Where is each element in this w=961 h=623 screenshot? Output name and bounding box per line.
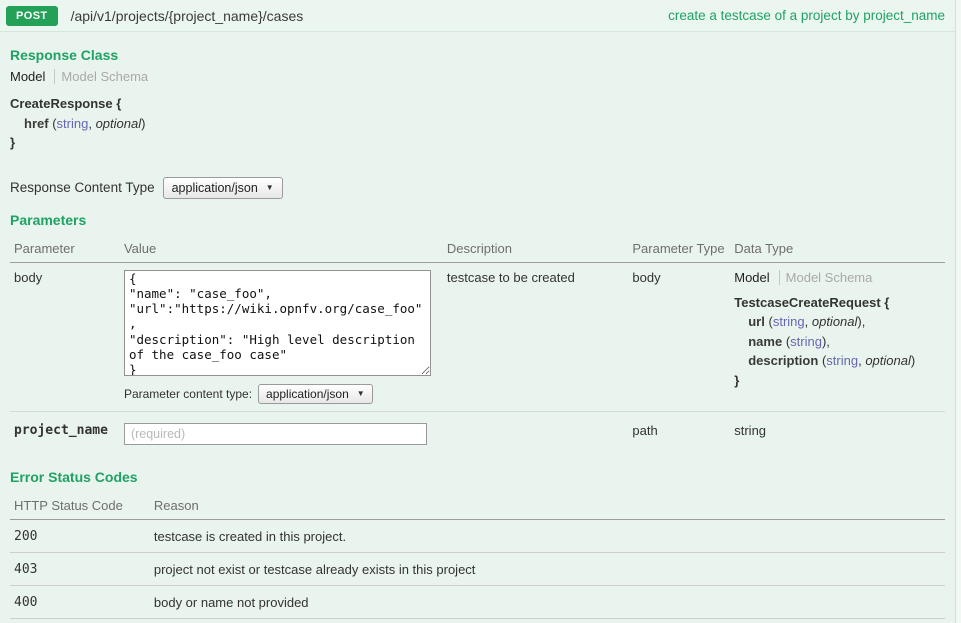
status-reason: project not exist or testcase already ex… [150,552,945,585]
project-name-input[interactable] [124,423,427,445]
param-row-project-name: project_name path string [10,411,945,456]
error-code-row: 403 project not exist or testcase alread… [10,552,945,585]
property-name: description [748,353,818,368]
response-model-signature: CreateResponse { href (string, optional)… [10,94,945,153]
param-name-body: body [10,262,120,411]
model-property-name: name (string), [734,332,941,352]
signature-punctuation: , [88,116,95,131]
parameter-content-type-row: Parameter content type: application/json… [124,384,439,404]
property-name: name [748,334,782,349]
operation-header-bar: POST /api/v1/projects/{project_name}/cas… [0,0,955,32]
parameters-header-row: Parameter Value Description Parameter Ty… [10,234,945,263]
operation-panel: POST /api/v1/projects/{project_name}/cas… [0,0,956,623]
request-model-tabs: ModelModel Schema [734,270,941,285]
tab-model[interactable]: Model [10,69,55,84]
signature-punctuation: ) [911,353,915,368]
parameter-content-type-value: application/json [266,387,349,401]
status-code: 403 [10,552,150,585]
model-property-description: description (string, optional) [734,351,941,371]
model-close-brace: } [10,133,945,153]
parameter-content-type-label: Parameter content type: [124,387,252,401]
param-description-body: testcase to be created [443,262,628,411]
status-code: 400 [10,585,150,618]
error-status-codes-heading: Error Status Codes [10,469,945,485]
param-type-body: body [628,262,730,411]
parameters-table: Parameter Value Description Parameter Ty… [10,234,945,456]
operation-summary-link[interactable]: create a testcase of a project by projec… [668,8,945,23]
status-reason: body or name not provided [150,585,945,618]
response-content-type-row: Response Content Type application/json ▼ [10,177,945,199]
signature-punctuation: ) [141,116,145,131]
col-parameter: Parameter [10,234,120,263]
param-description-project-name [443,411,628,456]
property-name: href [24,116,49,131]
caret-down-icon: ▼ [266,184,274,192]
property-type: string [57,116,89,131]
param-value-cell: { "name": "case_foo", "url":"https://wik… [120,262,443,411]
property-type: string [826,353,858,368]
error-code-row: 200 testcase is created in this project. [10,519,945,552]
model-close-brace: } [734,371,941,391]
param-type-project-name: path [628,411,730,456]
endpoint-path-link[interactable]: /api/v1/projects/{project_name}/cases [71,8,304,24]
model-property-url: url (string, optional), [734,312,941,332]
param-data-type-cell: ModelModel Schema TestcaseCreateRequest … [730,262,945,411]
signature-punctuation: , [805,314,812,329]
response-model-tabs: ModelModel Schema [10,69,945,84]
parameter-content-type-select[interactable]: application/json ▼ [258,384,373,404]
signature-punctuation: ), [822,334,830,349]
http-method-badge: POST [6,6,58,26]
status-reason: testcase is created in this project. [150,519,945,552]
col-value: Value [120,234,443,263]
property-optional-flag: optional [96,116,142,131]
param-value-cell [120,411,443,456]
property-optional-flag: optional [812,314,858,329]
response-content-type-select[interactable]: application/json ▼ [163,177,283,199]
signature-punctuation: ), [857,314,865,329]
param-row-body: body { "name": "case_foo", "url":"https:… [10,262,945,411]
tab-model-schema[interactable]: Model Schema [780,270,873,285]
caret-down-icon: ▼ [357,390,365,398]
col-data-type: Data Type [730,234,945,263]
param-data-type-project-name: string [730,411,945,456]
status-code: 200 [10,519,150,552]
property-type: string [790,334,822,349]
col-http-status-code: HTTP Status Code [10,491,150,520]
property-type: string [773,314,805,329]
error-code-row: 400 body or name not provided [10,585,945,618]
col-description: Description [443,234,628,263]
model-open-brace: TestcaseCreateRequest { [734,293,941,313]
model-property-href: href (string, optional) [10,114,945,134]
param-name-project-name: project_name [10,411,120,456]
error-codes-header-row: HTTP Status Code Reason [10,491,945,520]
swagger-operation-page: POST /api/v1/projects/{project_name}/cas… [0,0,961,623]
parameters-heading: Parameters [10,212,945,228]
operation-content: Response Class ModelModel Schema CreateR… [0,32,955,623]
request-model-signature: TestcaseCreateRequest { url (string, opt… [734,293,941,391]
response-class-heading: Response Class [10,47,945,63]
response-content-type-value: application/json [172,181,258,195]
body-param-textarea[interactable]: { "name": "case_foo", "url":"https://wik… [124,270,431,376]
error-status-codes-table: HTTP Status Code Reason 200 testcase is … [10,491,945,619]
model-open-brace: CreateResponse { [10,94,945,114]
tab-model-schema[interactable]: Model Schema [55,69,148,84]
property-name: url [748,314,765,329]
property-optional-flag: optional [865,353,911,368]
col-parameter-type: Parameter Type [628,234,730,263]
tab-model[interactable]: Model [734,270,779,285]
response-content-type-label: Response Content Type [10,180,155,195]
col-reason: Reason [150,491,945,520]
